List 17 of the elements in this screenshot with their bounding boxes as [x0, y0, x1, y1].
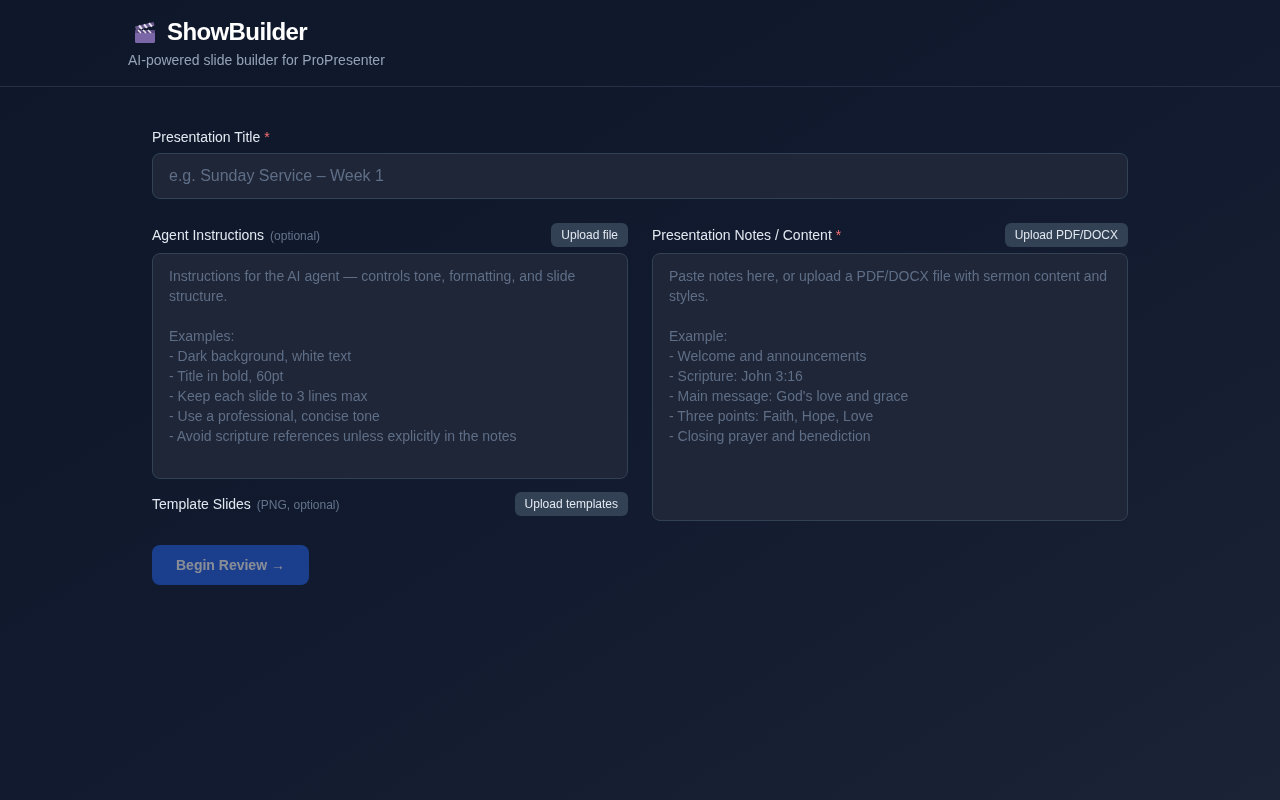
app-subtitle: AI-powered slide builder for ProPresenter [128, 51, 386, 70]
notes-textarea[interactable]: Paste notes here, or upload a PDF/DOCX file with sermon content and styles. Example: - Welcome and announcements - Scripture: John 3:16 - Main message: God's love and grace - Three points: Faith, Hope, Love - Closing prayer and benediction [652, 253, 1128, 521]
upload-button[interactable]: Upload templates [514, 492, 628, 516]
clapperboard-icon [133, 20, 157, 44]
upload-button[interactable]: Upload PDF/DOCX [1004, 223, 1128, 247]
upload-button[interactable]: Upload file [551, 223, 628, 247]
field-label: Agent Instructions [152, 226, 265, 245]
field-label: Template Slides [152, 495, 251, 514]
field-label: Presentation Notes / Content [652, 226, 832, 245]
required-mark: * [264, 128, 270, 147]
field-label: Presentation Title [152, 128, 261, 147]
app-title: ShowBuilder [167, 17, 308, 47]
optional-hint: (PNG, optional) [256, 497, 340, 513]
required-mark: * [835, 226, 842, 245]
instructions-textarea[interactable]: Instructions for the AI agent — controls tone, formatting, and slide structure. Examples: - Dark background, white text - Title in bold, 60pt - Keep each slide to 3 lines max - Use a professional, concise tone - Avoid scripture references unless explicitly in the notes [152, 253, 628, 479]
title-input[interactable]: e.g. Sunday Service – Week 1 [152, 153, 1128, 199]
optional-hint: (optional) [270, 228, 321, 244]
